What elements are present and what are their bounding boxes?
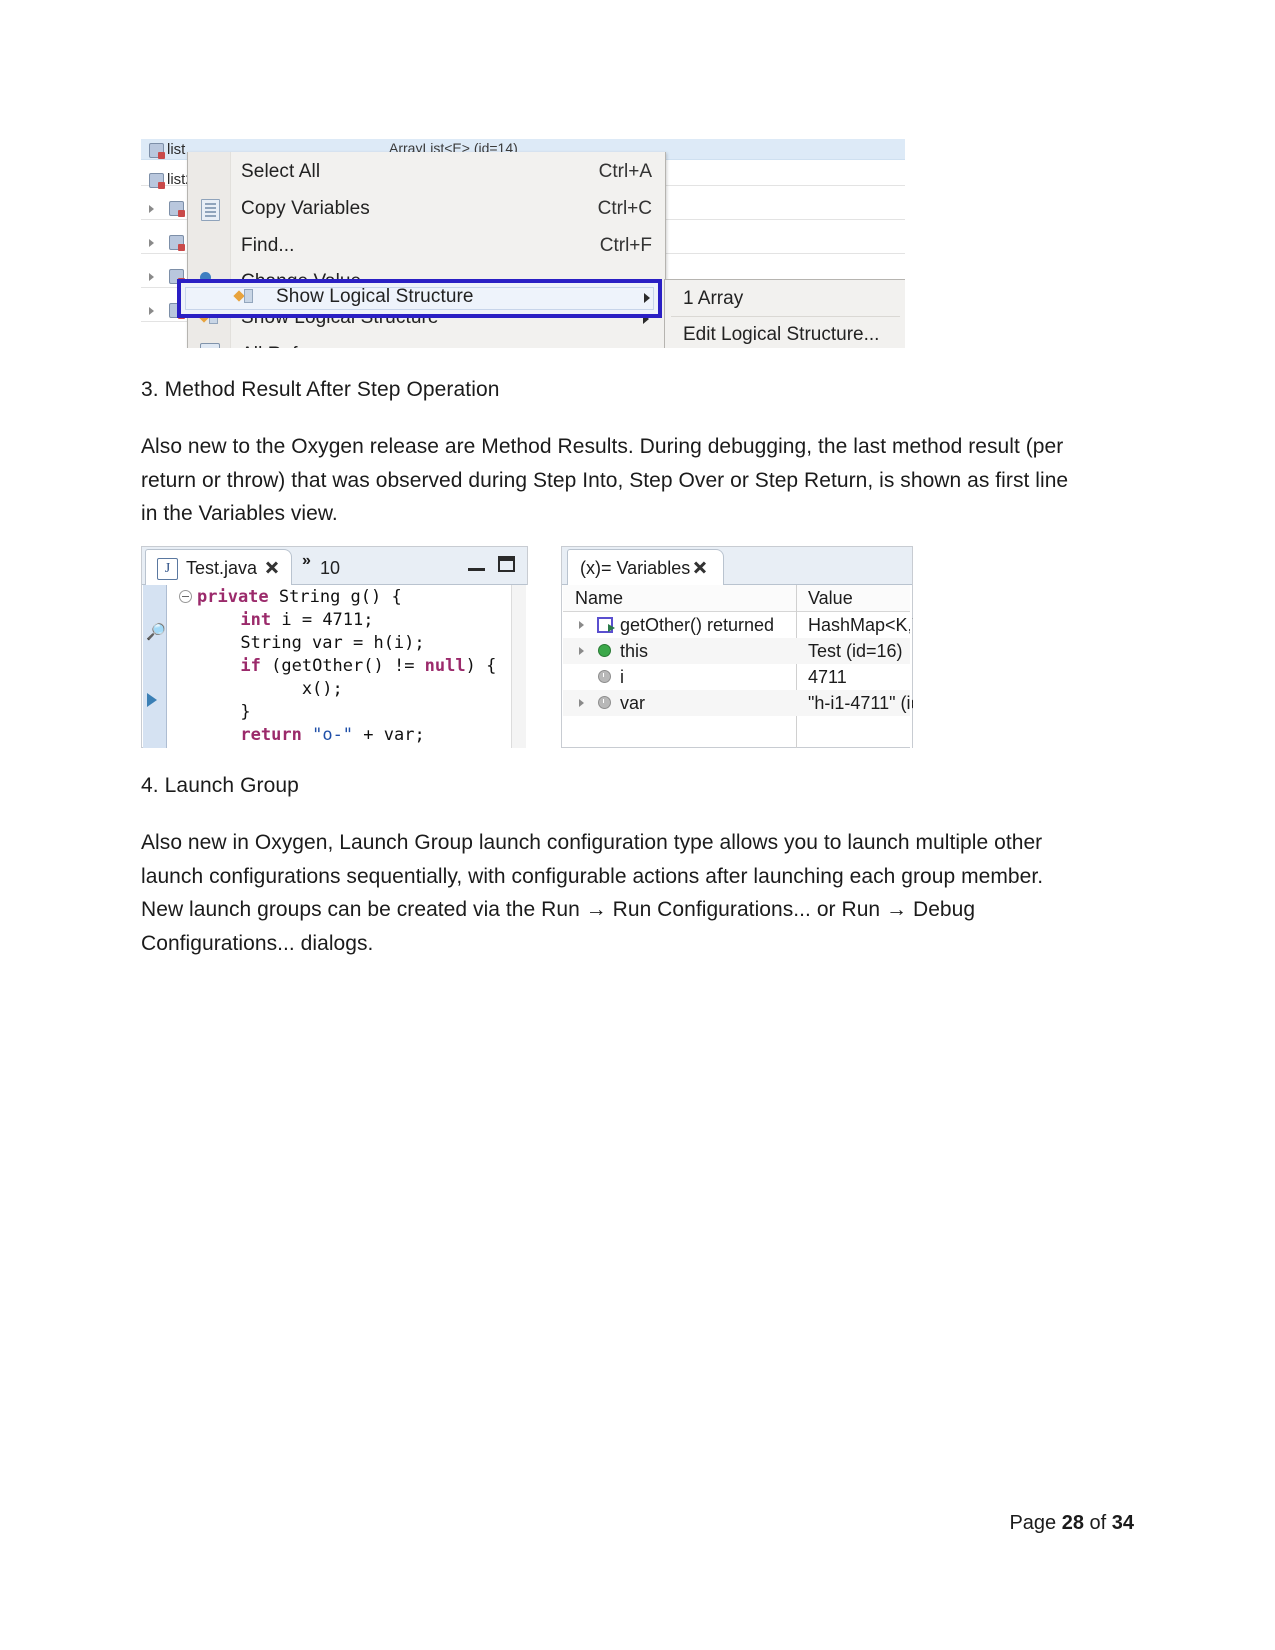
menu-item-shortcut: Ctrl+F	[599, 235, 652, 256]
menu-item-find[interactable]: Find... Ctrl+F	[188, 228, 665, 265]
close-icon[interactable]	[264, 560, 279, 575]
variable-name: i	[620, 667, 624, 687]
close-icon[interactable]	[692, 560, 707, 575]
footer-current-page: 28	[1061, 1512, 1084, 1534]
expand-triangle-icon[interactable]	[579, 699, 584, 707]
submenu-item-label: 1 Array	[683, 288, 744, 309]
variables-row-name: list	[167, 141, 186, 158]
section-3-heading: 3. Method Result After Step Operation	[141, 378, 500, 401]
menu-item-select-all[interactable]: Select All Ctrl+A	[188, 154, 665, 191]
chevron-right-icon	[644, 293, 650, 303]
chevron-double-right-icon[interactable]: »	[302, 552, 311, 570]
expand-triangle-icon[interactable]	[579, 621, 584, 629]
variable-value: Test (id=16)	[808, 641, 903, 661]
expand-triangle-icon[interactable]	[149, 307, 154, 315]
table-row[interactable]: i 4711	[563, 664, 911, 690]
menu-item-all-references[interactable]: All References...	[188, 337, 665, 348]
variable-value: 4711	[808, 667, 847, 687]
maximize-icon[interactable]	[498, 556, 515, 572]
column-header-value[interactable]: Value	[808, 588, 853, 609]
primitive-icon	[598, 670, 611, 683]
variable-name: getOther() returned	[620, 615, 775, 635]
variables-scrollbar[interactable]	[910, 585, 912, 748]
variable-value: HashMap<K,V> (i	[808, 615, 913, 635]
footer-middle: of	[1083, 1512, 1112, 1534]
expand-triangle-icon[interactable]	[579, 647, 584, 655]
primitive-icon	[598, 696, 611, 709]
code-line-6: }	[179, 702, 251, 722]
method-result-icon	[597, 617, 615, 633]
variable-name: this	[620, 641, 649, 661]
submenu-item-edit-logical-structure[interactable]: Edit Logical Structure...	[665, 318, 905, 348]
menu-item-shortcut: Ctrl+A	[598, 161, 652, 182]
java-editor-panel: J Test.java » 10 🔎 private String g() { …	[141, 546, 528, 748]
expand-triangle-icon[interactable]	[149, 273, 154, 281]
code-line-7: return "o-" + var;	[240, 725, 425, 745]
editor-code-area[interactable]: private String g() { int i = 4711; Strin…	[167, 585, 528, 748]
code-fold-toggle-icon[interactable]	[179, 590, 192, 603]
copy-variables-icon	[201, 199, 220, 221]
menu-item-label: Find...	[241, 235, 295, 256]
variable-icon	[149, 173, 165, 189]
variable-icon	[169, 201, 185, 217]
code-line-4: if (getOther() != null) {	[240, 656, 497, 676]
all-references-icon	[200, 343, 220, 348]
context-menu: Select All Ctrl+A Copy Variables Ctrl+C …	[187, 152, 666, 348]
variable-value: "h-i1-4711" (id=1	[808, 693, 913, 713]
editor-tab-label: Test.java	[186, 558, 258, 578]
figure-context-menu-screenshot: ArrayList<E> (id=14) list list2 Select A…	[141, 139, 905, 348]
submenu-logical-structure: 1 Array Edit Logical Structure...	[664, 279, 905, 348]
breakpoint-marker-icon[interactable]: 🔎	[146, 625, 166, 641]
variables-tab-label: (x)= Variables	[580, 558, 691, 578]
menu-item-label: Copy Variables	[241, 198, 370, 219]
table-row[interactable]: this Test (id=16)	[563, 638, 911, 664]
panel-gap	[529, 546, 562, 748]
document-page: ArrayList<E> (id=14) list list2 Select A…	[0, 0, 1275, 1650]
current-instruction-pointer-icon	[147, 693, 157, 707]
code-line-5: x();	[179, 679, 343, 699]
footer-total-pages: 34	[1111, 1512, 1134, 1534]
submenu-item-label: Edit Logical Structure...	[683, 324, 880, 345]
submenu-item-1-array[interactable]: 1 Array	[665, 282, 905, 316]
highlighted-menu-item-label: Show Logical Structure	[276, 286, 474, 307]
expand-triangle-icon[interactable]	[149, 205, 154, 213]
show-logical-structure-icon	[235, 288, 254, 305]
figure-method-result-screenshot: J Test.java » 10 🔎 private String g() { …	[141, 546, 913, 748]
code-line-3: String var = h(i);	[179, 633, 425, 653]
table-row[interactable]: getOther() returned HashMap<K,V> (i	[563, 612, 913, 638]
variable-icon	[169, 235, 185, 251]
menu-item-copy-variables[interactable]: Copy Variables Ctrl+C	[188, 191, 665, 228]
minimize-icon[interactable]	[468, 559, 485, 571]
variables-view-panel: (x)= Variables Name Value getOther() ret…	[561, 546, 913, 748]
menu-item-shortcut: Ctrl+C	[597, 198, 652, 219]
menu-item-label: All References...	[241, 344, 382, 348]
editor-vertical-scrollbar[interactable]	[511, 585, 526, 748]
variables-column-header: Name Value	[563, 585, 911, 612]
expand-triangle-icon[interactable]	[149, 239, 154, 247]
java-file-icon: J	[157, 558, 178, 580]
menu-item-label: Select All	[241, 161, 321, 182]
section-3-paragraph: Also new to the Oxygen release are Metho…	[141, 435, 1069, 525]
column-header-name[interactable]: Name	[575, 588, 623, 609]
footer-prefix: Page	[1009, 1512, 1062, 1534]
code-line-1: private String g() {	[197, 587, 402, 607]
submenu-separator	[671, 316, 900, 317]
editor-tab-overflow-count: 10	[320, 558, 341, 578]
variable-name: var	[620, 693, 646, 713]
table-row[interactable]: var "h-i1-4711" (id=1	[563, 690, 913, 716]
section-4-heading: 4. Launch Group	[141, 774, 299, 797]
variable-icon	[149, 143, 165, 159]
editor-marker-ruler[interactable]	[143, 585, 167, 748]
object-green-icon	[598, 644, 611, 657]
code-line-2: int i = 4711;	[240, 610, 374, 630]
section-4-paragraph: Also new in Oxygen, Launch Group launch …	[141, 831, 1044, 955]
page-footer: Page 28 of 34	[1009, 1512, 1134, 1535]
